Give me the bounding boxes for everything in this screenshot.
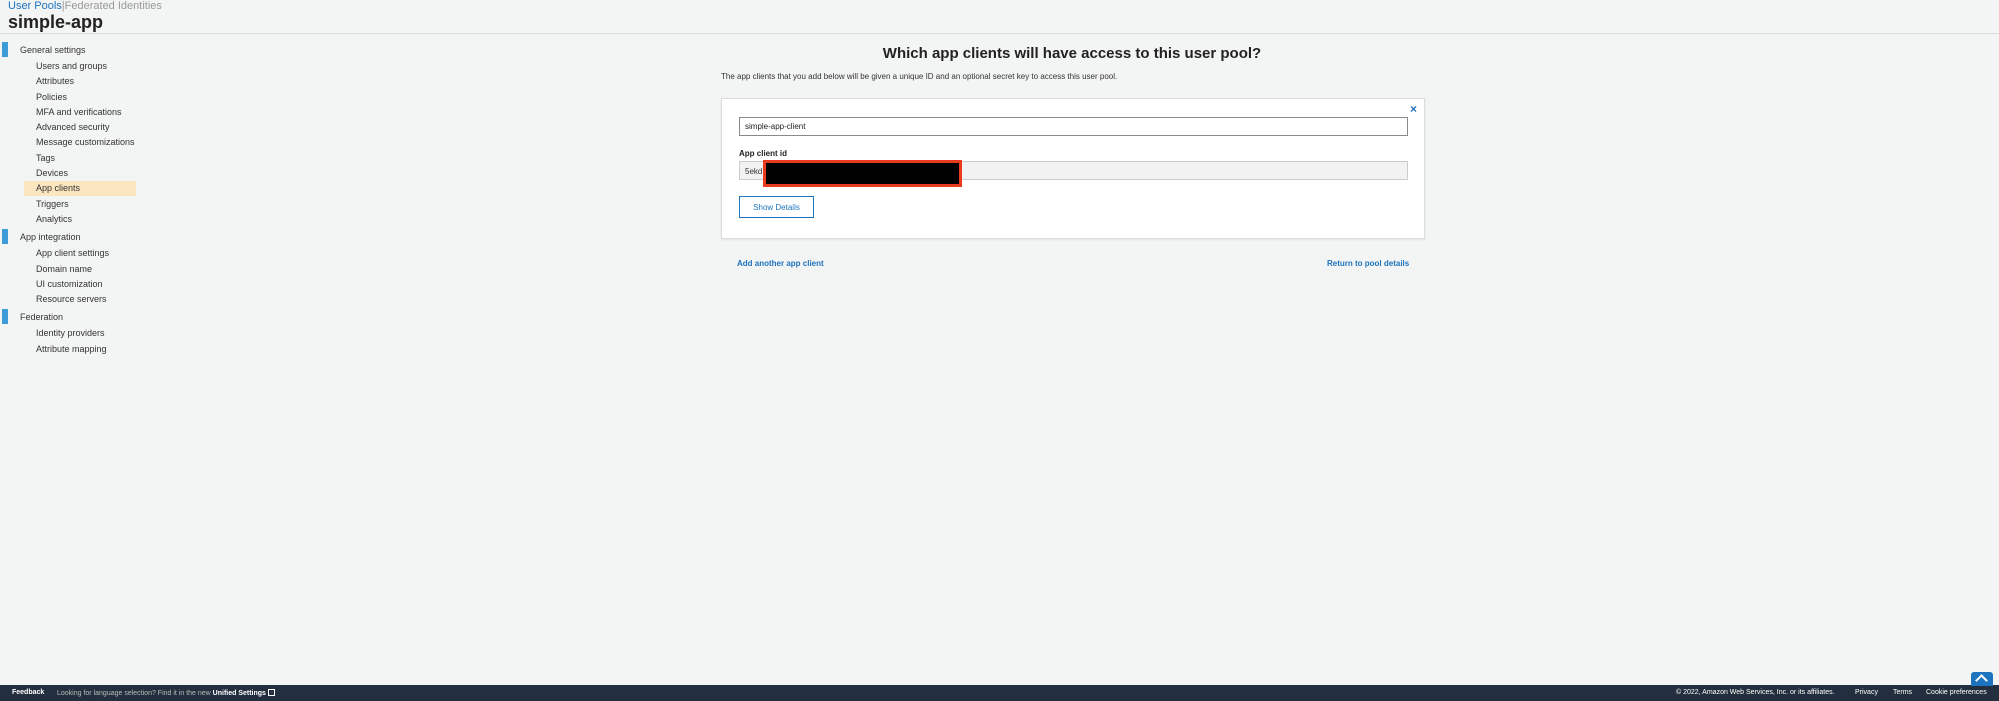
- sidebar-item-label: Message customizations: [36, 137, 135, 148]
- app-client-card: × App client id 5ekd Show Details: [721, 98, 1425, 239]
- sidebar-item[interactable]: Message customizations: [0, 135, 140, 150]
- sidebar-item[interactable]: Devices: [0, 166, 140, 181]
- return-to-pool-details-link[interactable]: Return to pool details: [1327, 259, 1409, 268]
- header-divider: [0, 33, 1999, 34]
- add-another-app-client-link[interactable]: Add another app client: [737, 259, 824, 268]
- feedback-link[interactable]: Feedback: [12, 689, 44, 696]
- sidebar-item-label: Resource servers: [36, 294, 107, 305]
- sidebar-item[interactable]: UI customization: [0, 277, 140, 292]
- sidebar-item-label: App client settings: [36, 248, 110, 259]
- sidebar-section-label: General settings: [20, 45, 86, 55]
- sidebar-section: App integration: [0, 227, 140, 246]
- language-notice-text: Looking for language selection? Find it …: [57, 690, 211, 697]
- sidebar-section-label: Federation: [20, 312, 64, 323]
- redaction-box: [763, 160, 962, 187]
- sidebar-item[interactable]: Analytics: [0, 212, 140, 227]
- sidebar-item-label: Attributes: [36, 76, 75, 87]
- top-nav: User Pools|Federated Identities: [8, 0, 162, 12]
- footer: Feedback Looking for language selection?…: [0, 685, 1999, 701]
- page-title: Which app clients will have access to th…: [882, 45, 1262, 62]
- page-description: The app clients that you add below will …: [721, 72, 1118, 81]
- sidebar-item[interactable]: Users and groups: [0, 59, 140, 74]
- privacy-link[interactable]: Privacy: [1855, 689, 1878, 696]
- sidebar-item[interactable]: Policies: [0, 90, 140, 105]
- user-pools-link[interactable]: User Pools: [8, 0, 62, 12]
- section-marker: [2, 42, 8, 57]
- sidebar-item[interactable]: Resource servers: [0, 292, 140, 307]
- sidebar-item[interactable]: App clients: [0, 181, 140, 197]
- sidebar-item-label: MFA and verifications: [36, 106, 122, 117]
- sidebar-item-label: Attribute mapping: [36, 343, 107, 354]
- cookie-preferences-link[interactable]: Cookie preferences: [1926, 689, 1987, 696]
- sidebar-item-label: Domain name: [36, 263, 93, 274]
- sidebar-section: Federation: [0, 307, 140, 326]
- sidebar-item-label: App clients: [36, 183, 81, 194]
- pool-title: simple-app: [8, 12, 104, 32]
- app-client-name-input[interactable]: [739, 117, 1408, 136]
- close-icon[interactable]: ×: [1410, 102, 1417, 116]
- sidebar-item[interactable]: MFA and verifications: [0, 105, 140, 120]
- external-link-icon: [267, 689, 275, 696]
- sidebar-item[interactable]: Domain name: [0, 262, 140, 277]
- sidebar-item[interactable]: Triggers: [0, 197, 140, 212]
- sidebar-item[interactable]: App client settings: [0, 246, 140, 261]
- sidebar-item[interactable]: Tags: [0, 151, 140, 166]
- sidebar-item-label: Identity providers: [36, 328, 105, 339]
- sidebar-item[interactable]: Identity providers: [0, 326, 140, 341]
- app-client-id-label: App client id: [739, 149, 787, 158]
- scroll-to-top-icon[interactable]: [1971, 672, 1993, 686]
- sidebar-item-label: Policies: [36, 91, 68, 102]
- sidebar-item-label: Devices: [36, 168, 69, 179]
- sidebar-item[interactable]: Attributes: [0, 74, 140, 89]
- sidebar-item-label: Analytics: [36, 213, 73, 224]
- sidebar-section: General settings: [0, 40, 140, 59]
- sidebar-item[interactable]: Advanced security: [0, 120, 140, 135]
- copyright: © 2022, Amazon Web Services, Inc. or its…: [1676, 689, 1835, 696]
- sidebar-item[interactable]: Attribute mapping: [0, 342, 140, 357]
- sidebar-item-label: Triggers: [36, 198, 69, 209]
- sidebar-item-label: Tags: [36, 152, 56, 163]
- sidebar: General settings Users and groups Attribut…: [0, 40, 140, 357]
- sidebar-item-label: Advanced security: [36, 122, 110, 133]
- sidebar-item-label: Users and groups: [36, 61, 108, 71]
- language-notice: Looking for language selection? Find it …: [57, 689, 275, 697]
- show-details-button[interactable]: Show Details: [739, 196, 814, 218]
- federated-identities-link[interactable]: Federated Identities: [65, 0, 162, 12]
- section-marker: [2, 229, 8, 245]
- section-marker: [2, 309, 8, 325]
- terms-link[interactable]: Terms: [1893, 689, 1912, 696]
- sidebar-item-label: UI customization: [36, 278, 103, 289]
- unified-settings-link[interactable]: Unified Settings: [213, 690, 266, 697]
- sidebar-section-label: App integration: [20, 232, 81, 243]
